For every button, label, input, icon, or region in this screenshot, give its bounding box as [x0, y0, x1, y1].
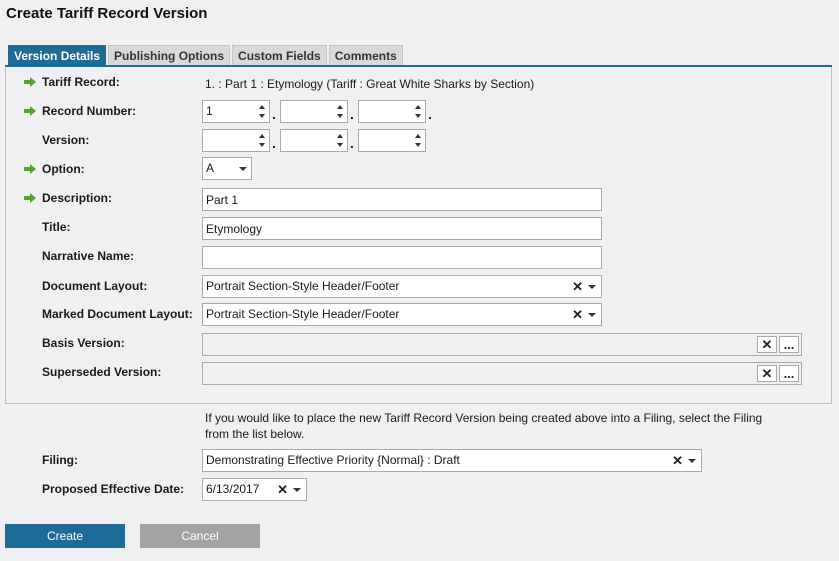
version-patch-input[interactable]: [358, 129, 426, 152]
version-major-input[interactable]: [202, 129, 270, 152]
chevron-down-icon[interactable]: [239, 167, 247, 171]
tab-version-details[interactable]: Version Details: [8, 45, 107, 66]
proposed-effective-date-picker[interactable]: 6/13/2017 ✕: [202, 478, 307, 501]
browse-lookup-button[interactable]: ...: [779, 336, 799, 353]
record-number-minor-input[interactable]: [280, 100, 348, 123]
chevron-down-icon[interactable]: [688, 459, 696, 463]
title-label: Title:: [42, 220, 71, 234]
clear-lookup-button[interactable]: ✕: [757, 336, 777, 353]
marked-document-layout-select[interactable]: Portrait Section-Style Header/Footer ✕: [202, 303, 602, 326]
tariff-record-value: 1. : Part 1 : Etymology (Tariff : Great …: [205, 77, 535, 91]
proposed-effective-date-label: Proposed Effective Date:: [42, 482, 185, 496]
chevron-down-icon[interactable]: [293, 488, 301, 492]
basis-version-label: Basis Version:: [42, 336, 125, 350]
description-label: Description:: [42, 191, 113, 205]
option-label: Option:: [42, 162, 85, 176]
version-label: Version:: [42, 133, 90, 147]
filing-note: If you would like to place the new Tarif…: [205, 411, 763, 441]
create-button[interactable]: Create: [5, 524, 125, 548]
tariff-record-label: Tariff Record:: [42, 75, 120, 89]
filing-select[interactable]: Demonstrating Effective Priority {Normal…: [202, 449, 702, 472]
clear-icon[interactable]: ✕: [572, 307, 583, 323]
page-title: Create Tariff Record Version: [6, 5, 208, 22]
cancel-button[interactable]: Cancel: [140, 524, 260, 548]
spinner-arrows-icon[interactable]: [414, 132, 423, 149]
clear-icon[interactable]: ✕: [277, 482, 288, 498]
spinner-arrows-icon[interactable]: [336, 132, 345, 149]
spinner-arrows-icon[interactable]: [258, 103, 267, 120]
record-number-patch-input[interactable]: [358, 100, 426, 123]
document-layout-label: Document Layout:: [42, 279, 148, 293]
superseded-version-label: Superseded Version:: [42, 365, 162, 379]
spinner-arrows-icon[interactable]: [414, 103, 423, 120]
separator-dot: .: [272, 106, 276, 122]
separator-dot: .: [350, 135, 354, 151]
required-arrow-icon: [24, 77, 36, 87]
document-layout-select[interactable]: Portrait Section-Style Header/Footer ✕: [202, 275, 602, 298]
tab-comments[interactable]: Comments: [328, 45, 403, 66]
marked-document-layout-label: Marked Document Layout:: [42, 307, 193, 321]
option-select[interactable]: A: [202, 157, 252, 180]
required-arrow-icon: [24, 106, 36, 116]
tab-underline: [5, 65, 832, 67]
title-input[interactable]: [202, 217, 602, 240]
separator-dot: .: [350, 106, 354, 122]
description-input[interactable]: [202, 188, 602, 211]
narrative-name-label: Narrative Name:: [42, 249, 135, 263]
filing-label: Filing:: [42, 453, 78, 467]
spinner-arrows-icon[interactable]: [258, 132, 267, 149]
required-arrow-icon: [24, 193, 36, 203]
tab-bar: Version Details Publishing Options Custo…: [8, 45, 405, 67]
browse-lookup-button[interactable]: ...: [779, 365, 799, 382]
separator-dot: .: [428, 106, 432, 122]
tab-publishing-options[interactable]: Publishing Options: [108, 45, 231, 66]
clear-icon[interactable]: ✕: [672, 453, 683, 469]
chevron-down-icon[interactable]: [588, 285, 596, 289]
basis-version-lookup[interactable]: ✕ ...: [202, 333, 802, 356]
narrative-name-input[interactable]: [202, 246, 602, 269]
chevron-down-icon[interactable]: [588, 313, 596, 317]
superseded-version-lookup[interactable]: ✕ ...: [202, 362, 802, 385]
clear-icon[interactable]: ✕: [572, 279, 583, 295]
tab-custom-fields[interactable]: Custom Fields: [232, 45, 327, 66]
version-minor-input[interactable]: [280, 129, 348, 152]
record-number-major-input[interactable]: 1: [202, 100, 270, 123]
record-number-label: Record Number:: [42, 104, 137, 118]
spinner-arrows-icon[interactable]: [336, 103, 345, 120]
required-arrow-icon: [24, 164, 36, 174]
clear-lookup-button[interactable]: ✕: [757, 365, 777, 382]
separator-dot: .: [272, 135, 276, 151]
